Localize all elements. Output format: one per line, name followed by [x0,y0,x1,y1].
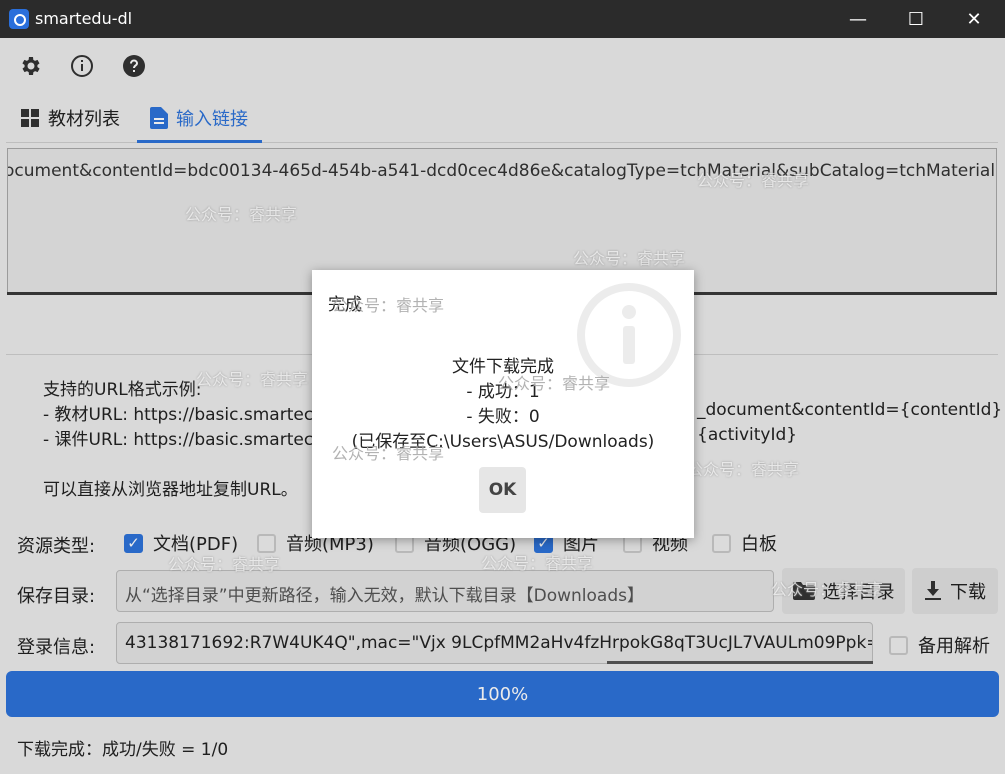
maximize-button[interactable]: ☐ [887,0,945,38]
completion-dialog: 完成 文件下载完成 - 成功：1 - 失败：0 (已保存至C:\Users\AS… [312,270,694,538]
minimize-button[interactable]: — [829,0,887,38]
dialog-title: 完成 [328,295,362,315]
dialog-line-fail: - 失败：0 [466,407,540,427]
dialog-line-complete: 文件下载完成 [452,357,554,377]
window-title: smartedu-dl [35,9,133,28]
title-bar: smartedu-dl — ☐ ✕ [0,0,1005,38]
dialog-ok-button[interactable]: OK [479,467,526,513]
dialog-line-path: (已保存至C:\Users\ASUS/Downloads) [351,432,655,452]
dialog-message: 文件下载完成 - 成功：1 - 失败：0 (已保存至C:\Users\ASUS/… [312,355,694,455]
app-logo-icon [9,9,29,29]
close-window-button[interactable]: ✕ [945,0,1003,38]
dialog-line-success: - 成功：1 [466,382,540,402]
